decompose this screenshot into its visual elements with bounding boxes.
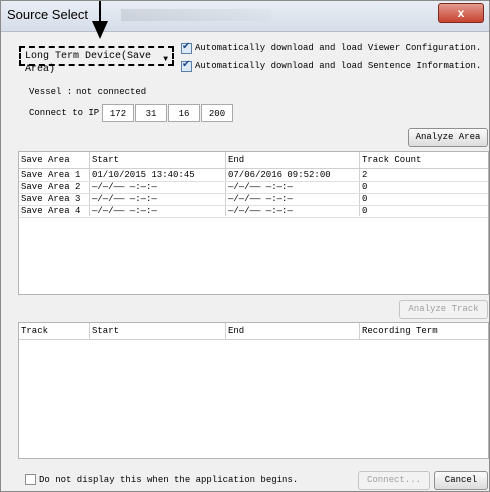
col-header-recording-term[interactable]: Recording Term bbox=[362, 326, 438, 337]
col-header-end[interactable]: End bbox=[228, 326, 244, 337]
analyze-area-button[interactable]: Analyze Area bbox=[408, 128, 488, 147]
column-divider bbox=[359, 323, 360, 340]
table-row[interactable]: Save Area 4 —/—/—— —:—:— —/—/—— —:—:— 0 bbox=[19, 206, 488, 218]
save-area-table: Save Area Start End Track Count Save Are… bbox=[18, 151, 489, 295]
title-bar: Source Select x bbox=[1, 1, 489, 32]
col-header-end[interactable]: End bbox=[228, 155, 244, 166]
table-row[interactable]: Save Area 3 —/—/—— —:—:— —/—/—— —:—:— 0 bbox=[19, 194, 488, 206]
save-area-start: —/—/—— —:—:— bbox=[92, 182, 157, 192]
close-button[interactable]: x bbox=[438, 3, 484, 23]
source-select-window: Source Select x Long Term Device(Save Ar… bbox=[0, 0, 490, 492]
title-ghost-decoration bbox=[121, 9, 271, 21]
chevron-down-icon[interactable]: ▼ bbox=[163, 53, 168, 66]
annotation-arrow-line bbox=[99, 1, 101, 23]
save-area-start: —/—/—— —:—:— bbox=[92, 194, 157, 204]
window-title: Source Select bbox=[7, 7, 88, 22]
ip-octet-3[interactable]: 16 bbox=[168, 104, 200, 122]
save-area-end: —/—/—— —:—:— bbox=[228, 206, 293, 216]
annotation-arrow-icon bbox=[92, 21, 108, 39]
save-area-start: —/—/—— —:—:— bbox=[92, 206, 157, 216]
col-header-start[interactable]: Start bbox=[92, 155, 119, 166]
save-area-track-count: 0 bbox=[362, 194, 368, 204]
vessel-status: not connected bbox=[76, 87, 147, 97]
vessel-label: Vessel : bbox=[29, 87, 73, 97]
save-area-start: 01/10/2015 13:40:45 bbox=[92, 170, 195, 180]
col-header-track[interactable]: Track bbox=[21, 326, 48, 337]
source-combo[interactable]: Long Term Device(Save Area) ▼ bbox=[23, 50, 170, 75]
auto-viewer-label: Automatically download and load Viewer C… bbox=[195, 43, 482, 53]
table-row[interactable]: Save Area 1 01/10/2015 13:40:45 07/06/20… bbox=[19, 170, 488, 182]
ip-octet-2[interactable]: 31 bbox=[135, 104, 167, 122]
auto-sentence-checkbox[interactable] bbox=[181, 59, 192, 72]
save-area-end: —/—/—— —:—:— bbox=[228, 194, 293, 204]
track-table: Track Start End Recording Term bbox=[18, 322, 489, 459]
save-area-name: Save Area 1 bbox=[21, 170, 81, 180]
save-area-name: Save Area 2 bbox=[21, 182, 81, 192]
auto-viewer-checkbox[interactable] bbox=[181, 41, 192, 54]
save-area-end: 07/06/2016 09:52:00 bbox=[228, 170, 331, 180]
column-divider bbox=[225, 323, 226, 340]
ip-octet-1[interactable]: 172 bbox=[102, 104, 134, 122]
save-area-name: Save Area 3 bbox=[21, 194, 81, 204]
source-combo-highlight: Long Term Device(Save Area) ▼ bbox=[19, 46, 174, 75]
col-header-track-count[interactable]: Track Count bbox=[362, 155, 421, 166]
auto-sentence-label: Automatically download and load Sentence… bbox=[195, 61, 482, 71]
no-display-label: Do not display this when the application… bbox=[39, 475, 299, 485]
connect-button[interactable]: Connect... bbox=[358, 471, 430, 490]
save-area-track-count: 2 bbox=[362, 170, 368, 180]
table-row[interactable]: Save Area 2 —/—/—— —:—:— —/—/—— —:—:— 0 bbox=[19, 182, 488, 194]
no-display-checkbox[interactable] bbox=[25, 474, 36, 485]
ip-octet-4[interactable]: 200 bbox=[201, 104, 233, 122]
analyze-track-button[interactable]: Analyze Track bbox=[399, 300, 488, 319]
cancel-button[interactable]: Cancel bbox=[434, 471, 488, 490]
source-combo-value: Long Term Device(Save Area) bbox=[25, 51, 152, 75]
save-area-track-count: 0 bbox=[362, 206, 368, 216]
column-divider bbox=[89, 323, 90, 340]
save-area-name: Save Area 4 bbox=[21, 206, 81, 216]
connect-ip-label: Connect to IP : bbox=[29, 108, 111, 118]
save-area-end: —/—/—— —:—:— bbox=[228, 182, 293, 192]
save-area-track-count: 0 bbox=[362, 182, 368, 192]
col-header-start[interactable]: Start bbox=[92, 326, 119, 337]
col-header-save-area[interactable]: Save Area bbox=[21, 155, 70, 166]
